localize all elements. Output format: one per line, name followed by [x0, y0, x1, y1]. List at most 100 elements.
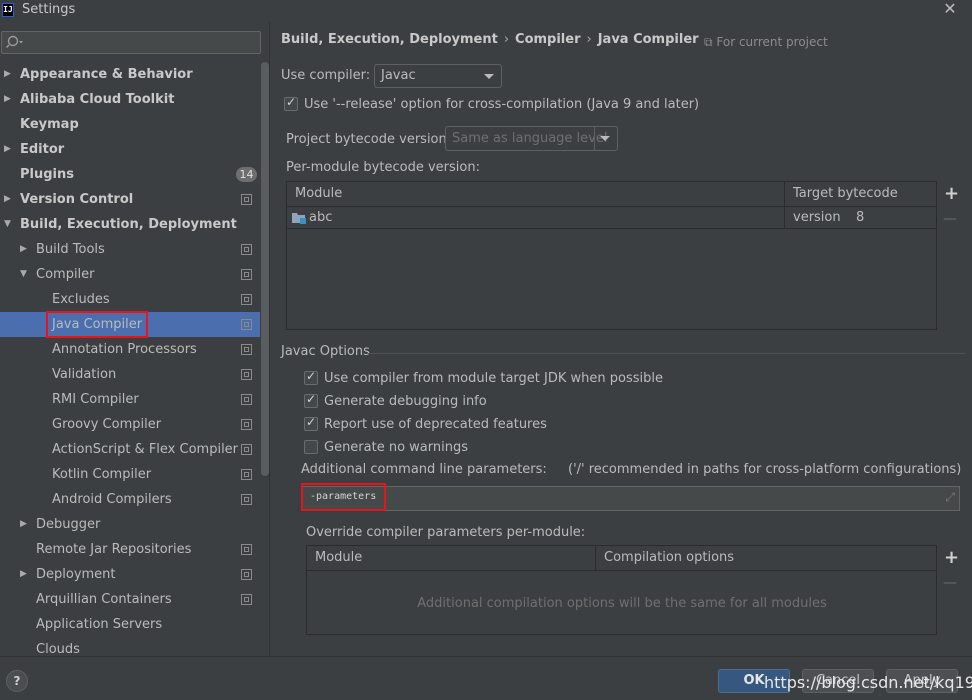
sidebar-item-alibaba-cloud-toolkit[interactable]: ▶ Alibaba Cloud Toolkit	[0, 87, 260, 112]
expanded-arrow-icon[interactable]: ▼	[20, 262, 30, 287]
collapsed-arrow-icon[interactable]: ▶	[20, 512, 30, 537]
settings-sidebar: ▶ Appearance & Behavior ▶ Alibaba Cloud Too…	[0, 22, 270, 656]
intellij-app-icon: IJ	[2, 3, 14, 17]
sidebar-item-label: Deployment	[36, 567, 116, 582]
sidebar-scrollbar[interactable]	[261, 62, 269, 476]
project-scope-icon	[241, 569, 252, 580]
additional-params-label: Additional command line parameters:	[301, 462, 547, 477]
sidebar-item-label: Debugger	[36, 517, 101, 532]
generate-no-warnings-label: Generate no warnings	[324, 440, 469, 455]
sidebar-item-kotlin-compiler[interactable]: Kotlin Compiler	[0, 462, 260, 487]
sidebar-item-arquillian-containers[interactable]: Arquillian Containers	[0, 587, 260, 612]
collapsed-arrow-icon[interactable]: ▶	[20, 237, 30, 262]
sidebar-item-build-tools[interactable]: ▶ Build Tools	[0, 237, 260, 262]
dialog-button-bar: ? OK Cancel Apply https://blog.csdn.net/…	[0, 656, 972, 700]
override-table-toolbar: + —	[937, 546, 967, 634]
remove-module-button[interactable]: —	[943, 211, 957, 227]
override-params-label: Override compiler parameters per-module:	[306, 525, 586, 540]
project-scope-icon	[241, 319, 252, 330]
sidebar-item-label: Remote Jar Repositories	[36, 542, 192, 557]
report-deprecated-checkbox[interactable]	[304, 415, 318, 431]
sidebar-item-label: Kotlin Compiler	[52, 467, 152, 482]
collapsed-arrow-icon[interactable]: ▶	[4, 87, 14, 112]
remove-override-button[interactable]: —	[943, 575, 957, 591]
sidebar-item-appearance-behavior[interactable]: ▶ Appearance & Behavior	[0, 62, 260, 87]
generate-debug-info-checkbox[interactable]	[304, 392, 318, 408]
module-bytecode-version[interactable]: 8	[856, 207, 864, 228]
additional-params-input[interactable]: -parameters ⤢	[301, 486, 960, 511]
sidebar-item-label: Alibaba Cloud Toolkit	[20, 92, 175, 107]
sidebar-item-editor[interactable]: ▶ Editor	[0, 137, 260, 162]
sidebar-item-plugins[interactable]: Plugins 14	[0, 162, 260, 187]
add-override-button[interactable]: +	[944, 547, 959, 568]
sidebar-item-debugger[interactable]: ▶ Debugger	[0, 512, 260, 537]
sidebar-item-compiler[interactable]: ▼ Compiler	[0, 262, 260, 287]
project-bytecode-value: Same as language level	[452, 131, 608, 146]
highlight-annotation	[46, 311, 148, 338]
sidebar-item-excludes[interactable]: Excludes	[0, 287, 260, 312]
table-header: Module Target bytecode version	[287, 182, 936, 229]
sidebar-item-validation[interactable]: Validation	[0, 362, 260, 387]
module-folder-icon	[292, 213, 306, 224]
sidebar-item-actionscript-flex-compiler[interactable]: ActionScript & Flex Compiler	[0, 437, 260, 462]
column-header-module[interactable]: Module	[315, 546, 362, 570]
column-header-compilation-options[interactable]: Compilation options	[604, 546, 734, 570]
project-scope-icon	[241, 194, 252, 205]
help-button[interactable]: ?	[6, 670, 28, 692]
module-table-toolbar: + —	[937, 182, 967, 329]
breadcrumb-item: Java Compiler	[597, 32, 699, 47]
java-compiler-panel: Build, Execution, Deployment › Compiler › Ja…	[270, 22, 972, 656]
project-bytecode-select[interactable]: Same as language level	[445, 126, 618, 151]
sidebar-item-keymap[interactable]: Keymap	[0, 112, 260, 137]
expanded-arrow-icon[interactable]: ▼	[4, 212, 14, 237]
breadcrumb-separator: ›	[586, 32, 592, 47]
release-option-checkbox[interactable]	[284, 95, 298, 111]
per-module-label: Per-module bytecode version:	[286, 160, 480, 175]
sidebar-item-label: Editor	[20, 142, 65, 157]
sidebar-item-remote-jar-repositories[interactable]: Remote Jar Repositories	[0, 537, 260, 562]
sidebar-item-label: Build Tools	[36, 242, 105, 257]
sidebar-item-version-control[interactable]: ▶ Version Control	[0, 187, 260, 212]
expand-icon[interactable]: ⤢	[945, 490, 955, 505]
update-count-badge: 14	[236, 167, 257, 182]
title-bar: IJ Settings ✕	[0, 0, 972, 22]
collapsed-arrow-icon[interactable]: ▶	[4, 187, 14, 212]
breadcrumb-item: Build, Execution, Deployment	[281, 32, 498, 47]
sidebar-item-label: Android Compilers	[52, 492, 172, 507]
breadcrumb: Build, Execution, Deployment › Compiler › Ja…	[281, 32, 699, 47]
sidebar-item-label: Build, Execution, Deployment	[20, 217, 237, 232]
breadcrumb-separator: ›	[503, 32, 510, 47]
sidebar-item-build-execution-deployment[interactable]: ▼ Build, Execution, Deployment	[0, 212, 260, 237]
sidebar-item-groovy-compiler[interactable]: Groovy Compiler	[0, 412, 260, 437]
project-scope-icon	[241, 544, 252, 555]
project-scope-icon	[241, 494, 252, 505]
project-scope-icon	[241, 594, 252, 605]
table-header: Module Compilation options	[307, 546, 936, 571]
use-module-jdk-checkbox[interactable]	[304, 369, 318, 385]
column-header-module[interactable]: Module	[295, 182, 342, 206]
sidebar-item-clouds[interactable]: Clouds	[0, 637, 260, 656]
sidebar-item-android-compilers[interactable]: Android Compilers	[0, 487, 260, 512]
sidebar-item-label: Application Servers	[36, 617, 163, 632]
highlight-annotation	[301, 483, 386, 511]
collapsed-arrow-icon[interactable]: ▶	[20, 562, 30, 587]
generate-no-warnings-checkbox[interactable]	[304, 440, 318, 454]
collapsed-arrow-icon[interactable]: ▶	[4, 62, 14, 87]
collapsed-arrow-icon[interactable]: ▶	[4, 137, 14, 162]
use-module-jdk-label: Use compiler from module target JDK when…	[324, 371, 663, 386]
sidebar-item-label: Compiler	[36, 267, 95, 282]
sidebar-item-label: Version Control	[20, 192, 134, 207]
sidebar-item-annotation-processors[interactable]: Annotation Processors	[0, 337, 260, 362]
project-scope-icon	[241, 394, 252, 405]
sidebar-item-deployment[interactable]: ▶ Deployment	[0, 562, 260, 587]
compiler-select[interactable]: Javac	[374, 64, 502, 88]
add-module-button[interactable]: +	[944, 183, 959, 204]
sidebar-item-rmi-compiler[interactable]: RMI Compiler	[0, 387, 260, 412]
empty-table-text: Additional compilation options will be t…	[417, 596, 827, 611]
project-scope-icon	[241, 344, 252, 355]
report-deprecated-label: Report use of deprecated features	[324, 417, 547, 432]
search-input[interactable]	[1, 31, 261, 54]
table-row[interactable]: abc 8	[287, 207, 936, 229]
close-icon[interactable]: ✕	[940, 0, 960, 20]
sidebar-item-application-servers[interactable]: Application Servers	[0, 612, 260, 637]
